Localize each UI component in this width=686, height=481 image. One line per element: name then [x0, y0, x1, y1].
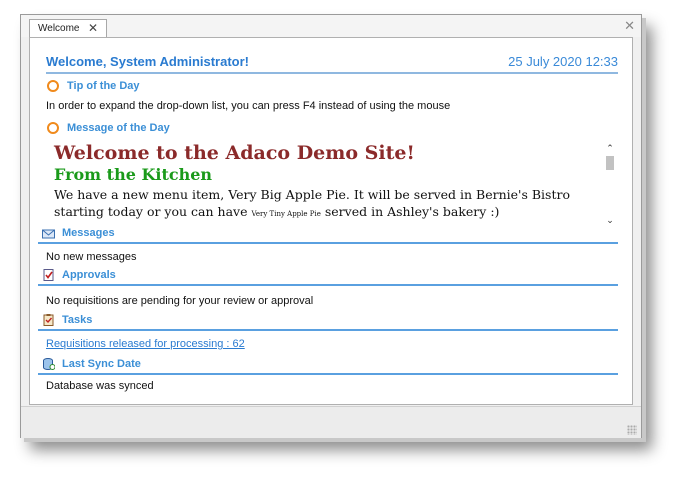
motd-label: Message of the Day [67, 122, 170, 134]
welcome-panel: Welcome, System Administrator! 25 July 2… [29, 37, 633, 405]
circle-icon [47, 122, 59, 134]
tasks-label: Tasks [62, 314, 93, 326]
sync-header: Last Sync Date [38, 357, 618, 375]
status-bar [21, 406, 641, 438]
window-close-icon[interactable]: ✕ [624, 18, 635, 34]
scroll-up-icon[interactable]: ⌃ [604, 142, 616, 154]
sync-text: Database was synced [46, 380, 154, 392]
app-window: Welcome ✕ ✕ Welcome, System Administrato… [20, 14, 642, 438]
motd-subtitle: From the Kitchen [54, 165, 213, 184]
motd-title: Welcome to the Adaco Demo Site! [54, 142, 415, 164]
tab-close-icon[interactable]: ✕ [88, 21, 98, 35]
tab-welcome[interactable]: Welcome ✕ [29, 19, 107, 38]
motd-body-small: Very Tiny Apple Pie [251, 210, 321, 218]
motd-body: We have a new menu item, Very Big Apple … [54, 186, 600, 223]
approvals-text: No requisitions are pending for your rev… [46, 295, 314, 307]
motd-scrollbar[interactable]: ⌃ ⌄ [604, 142, 616, 226]
motd-box: Welcome to the Adaco Demo Site! From the… [50, 142, 616, 226]
requisitions-link[interactable]: Requisitions released for processing : 6… [46, 338, 245, 350]
welcome-title: Welcome, System Administrator! [46, 54, 249, 69]
envelope-icon [42, 229, 55, 239]
tab-label: Welcome [38, 23, 80, 34]
document-check-icon [43, 269, 54, 281]
messages-header: Messages [38, 226, 618, 244]
database-sync-icon [43, 358, 55, 370]
welcome-header: Welcome, System Administrator! 25 July 2… [46, 52, 618, 74]
approvals-label: Approvals [62, 269, 116, 281]
motd-body-part2: served in Ashley's bakery :) [324, 204, 500, 219]
tasks-header: Tasks [38, 313, 618, 331]
scroll-thumb[interactable] [606, 156, 614, 170]
sync-label: Last Sync Date [62, 358, 141, 370]
resize-grip-icon[interactable] [627, 425, 637, 435]
tip-label: Tip of the Day [67, 80, 140, 92]
current-date: 25 July 2020 12:33 [508, 54, 618, 69]
motd-content: Welcome to the Adaco Demo Site! From the… [54, 142, 600, 223]
scroll-down-icon[interactable]: ⌄ [604, 214, 616, 226]
tab-strip: Welcome ✕ ✕ [21, 15, 641, 38]
messages-text: No new messages [46, 251, 137, 263]
approvals-header: Approvals [38, 268, 618, 286]
tip-text: In order to expand the drop-down list, y… [46, 100, 451, 112]
clipboard-icon [43, 314, 54, 326]
messages-label: Messages [62, 227, 115, 239]
circle-icon [47, 80, 59, 92]
